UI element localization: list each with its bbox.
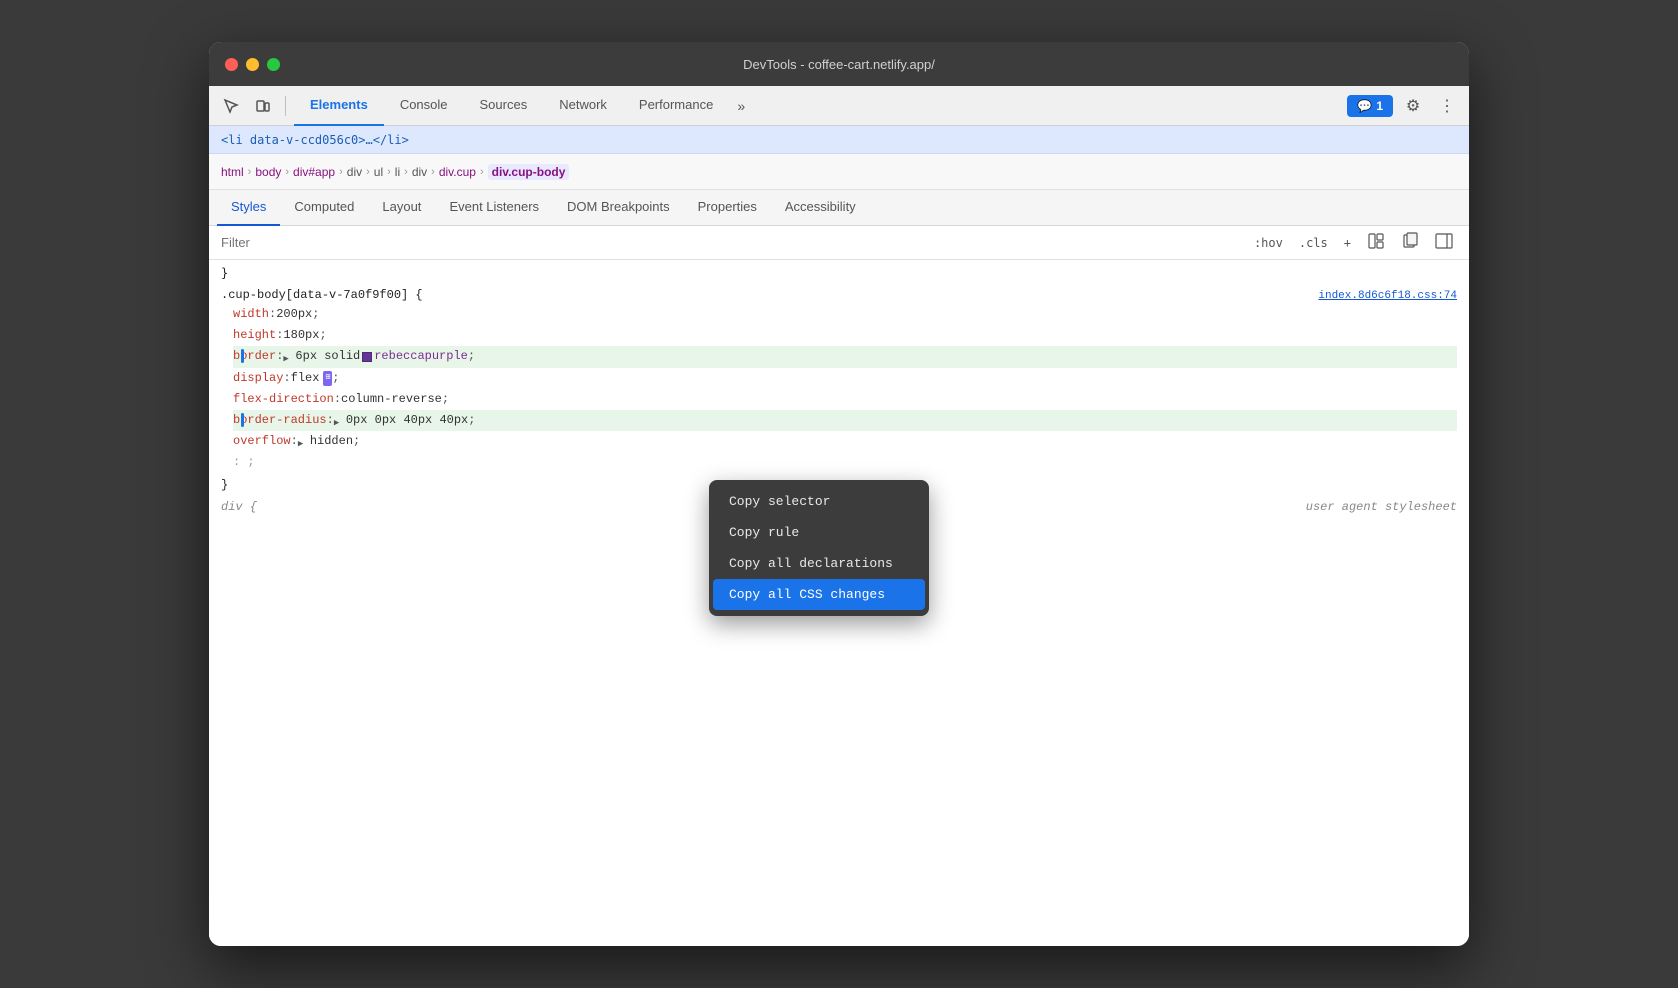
ua-source: user agent stylesheet <box>1306 500 1457 514</box>
source-link[interactable]: index.8d6c6f18.css:74 <box>1318 290 1457 302</box>
gear-icon: ⚙ <box>1406 96 1420 116</box>
minimize-button[interactable] <box>246 58 259 71</box>
declaration-width: width: 200px; <box>233 304 1457 325</box>
gutter-marker-border <box>241 349 244 363</box>
breadcrumb-divapp[interactable]: div#app <box>293 165 335 179</box>
tab-elements[interactable]: Elements <box>294 86 384 126</box>
breadcrumb-ul[interactable]: ul <box>374 165 383 179</box>
main-toolbar: Elements Console Sources Network Perform… <box>209 86 1469 126</box>
ctx-copy-all-declarations[interactable]: Copy all declarations <box>709 548 929 579</box>
border-arrow-icon[interactable]: ▶ <box>283 352 293 362</box>
close-button[interactable] <box>225 58 238 71</box>
overflow-arrow-icon[interactable]: ▶ <box>298 437 308 447</box>
rule-header: .cup-body[data-v-7a0f9f00] { index.8d6c6… <box>209 286 1469 304</box>
copy-styles-button[interactable] <box>1397 230 1423 255</box>
gutter-marker-border-radius <box>241 413 244 427</box>
hov-button[interactable]: :hov <box>1250 234 1287 252</box>
ua-selector: div { <box>221 500 257 514</box>
panel-tab-properties[interactable]: Properties <box>684 190 771 226</box>
tab-performance[interactable]: Performance <box>623 86 729 126</box>
title-bar: DevTools - coffee-cart.netlify.app/ <box>209 42 1469 86</box>
breadcrumb-html[interactable]: html <box>221 165 244 179</box>
declaration-extra: : ; <box>233 452 1457 473</box>
rule-body: width: 200px; height: 180px; border: ▶ 6… <box>209 304 1469 476</box>
css-selector: .cup-body[data-v-7a0f9f00] { <box>221 288 423 302</box>
css-rule-cup-body: .cup-body[data-v-7a0f9f00] { index.8d6c6… <box>209 282 1469 498</box>
traffic-lights <box>225 58 280 71</box>
breadcrumb-body[interactable]: body <box>255 165 281 179</box>
selected-node-display: <li data-v-ccd056c0>…</li> <box>209 126 1469 154</box>
panel-tab-computed[interactable]: Computed <box>280 190 368 226</box>
more-tabs-button[interactable]: » <box>729 86 753 126</box>
styles-pane[interactable]: } .cup-body[data-v-7a0f9f00] { index.8d6… <box>209 260 1469 946</box>
panel-tab-styles[interactable]: Styles <box>217 190 280 226</box>
panel-tab-event-listeners[interactable]: Event Listeners <box>435 190 553 226</box>
main-tab-list: Elements Console Sources Network Perform… <box>294 86 1343 126</box>
breadcrumb-divcupbody[interactable]: div.cup-body <box>488 164 570 180</box>
device-mode-icon[interactable] <box>249 92 277 120</box>
maximize-button[interactable] <box>267 58 280 71</box>
toggle-sidebar-button[interactable] <box>1431 230 1457 255</box>
style-sniffer-button[interactable] <box>1363 230 1389 255</box>
declaration-height: height: 180px; <box>233 325 1457 346</box>
add-style-rule-button[interactable]: + <box>1340 234 1355 252</box>
console-badge-button[interactable]: 💬 1 <box>1347 95 1393 117</box>
cls-button[interactable]: .cls <box>1295 234 1332 252</box>
panel-tab-layout[interactable]: Layout <box>368 190 435 226</box>
ctx-copy-selector[interactable]: Copy selector <box>709 486 929 517</box>
declaration-flex-direction: flex-direction: column-reverse; <box>233 389 1457 410</box>
breadcrumb: html › body › div#app › div › ul › li › … <box>209 154 1469 190</box>
toolbar-divider <box>285 96 286 116</box>
settings-button[interactable]: ⚙ <box>1399 92 1427 120</box>
tab-network[interactable]: Network <box>543 86 623 126</box>
flex-badge-icon[interactable]: ⊞ <box>323 371 332 386</box>
tab-console[interactable]: Console <box>384 86 464 126</box>
declaration-display: display: flex ⊞ ; <box>233 368 1457 389</box>
ctx-copy-rule[interactable]: Copy rule <box>709 517 929 548</box>
filter-bar: :hov .cls + <box>209 226 1469 260</box>
tab-sources[interactable]: Sources <box>464 86 544 126</box>
inspect-element-icon[interactable] <box>217 92 245 120</box>
breadcrumb-divcup[interactable]: div.cup <box>439 165 476 179</box>
border-radius-arrow-icon[interactable]: ▶ <box>334 416 344 426</box>
declaration-border: border: ▶ 6px solid rebeccapurple; <box>233 346 1457 367</box>
more-options-button[interactable]: ⋮ <box>1433 92 1461 120</box>
panel-tab-list: Styles Computed Layout Event Listeners D… <box>209 190 1469 226</box>
ctx-copy-all-css-changes[interactable]: Copy all CSS changes <box>713 579 925 610</box>
devtools-panel: Elements Console Sources Network Perform… <box>209 86 1469 946</box>
breadcrumb-div1[interactable]: div <box>347 165 362 179</box>
window-title: DevTools - coffee-cart.netlify.app/ <box>743 57 935 72</box>
toolbar-right: 💬 1 ⚙ ⋮ <box>1347 92 1461 120</box>
prev-rule-close: } <box>209 264 1469 282</box>
declaration-border-radius: border-radius: ▶ 0px 0px 40px 40px; <box>233 410 1457 431</box>
panel-tab-accessibility[interactable]: Accessibility <box>771 190 870 226</box>
filter-input[interactable] <box>221 235 1242 250</box>
color-swatch-rebeccapurple[interactable] <box>362 352 372 362</box>
kebab-icon: ⋮ <box>1439 96 1455 116</box>
declaration-overflow: overflow: ▶ hidden; <box>233 431 1457 452</box>
devtools-window: DevTools - coffee-cart.netlify.app/ Elem… <box>209 42 1469 946</box>
panel-tab-dom-breakpoints[interactable]: DOM Breakpoints <box>553 190 684 226</box>
breadcrumb-div2[interactable]: div <box>412 165 427 179</box>
console-badge-icon: 💬 <box>1357 99 1372 113</box>
filter-actions: :hov .cls + <box>1250 230 1457 255</box>
context-menu: Copy selector Copy rule Copy all declara… <box>709 480 929 616</box>
breadcrumb-li[interactable]: li <box>395 165 400 179</box>
